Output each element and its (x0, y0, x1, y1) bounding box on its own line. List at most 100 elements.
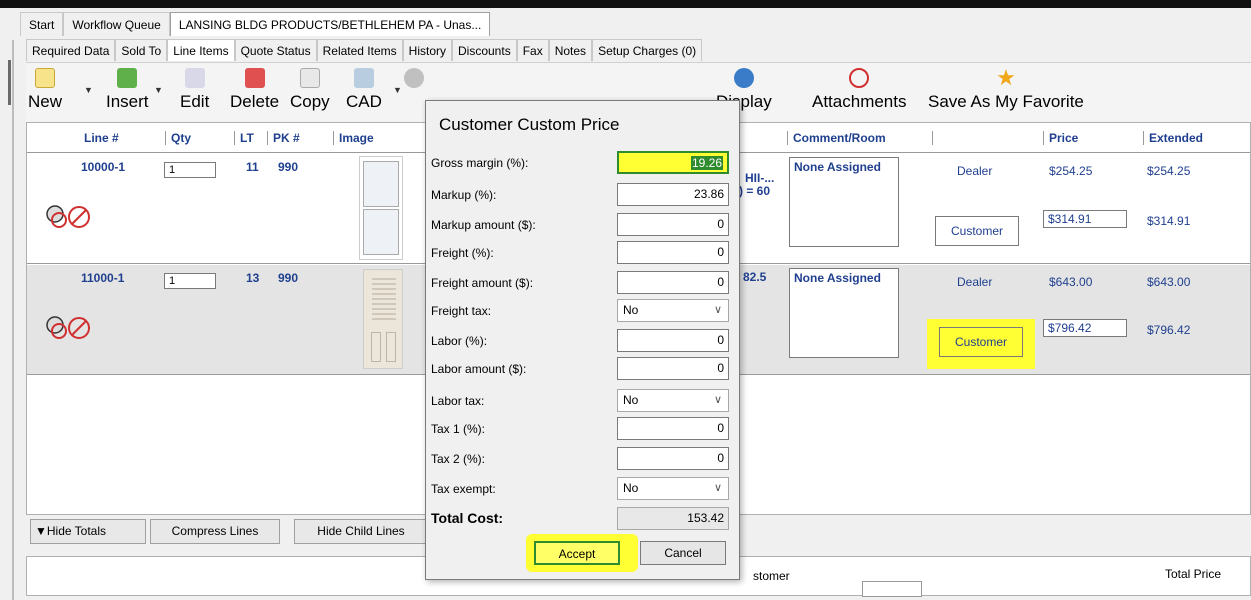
markup-amount-row: Markup amount ($): 0 (431, 211, 731, 239)
comment-room-box[interactable]: None Assigned (789, 157, 899, 247)
comment-room-box[interactable]: None Assigned (789, 268, 899, 358)
field-label: Tax 1 (%): (431, 422, 486, 436)
door-panel (371, 332, 381, 362)
compress-lines-button[interactable]: Compress Lines (150, 519, 280, 544)
tax1-row: Tax 1 (%): 0 (431, 415, 731, 443)
tab-setup-charges[interactable]: Setup Charges (0) (592, 39, 703, 61)
delete-button[interactable]: Delete (230, 65, 279, 112)
line-number: 10000-1 (81, 160, 126, 174)
freight-amount-input[interactable]: 0 (617, 271, 729, 294)
labor-tax-select[interactable]: No ∨ (617, 389, 729, 412)
customer-custom-price-dialog: Customer Custom Price Gross margin (%): … (425, 100, 740, 580)
markup-input[interactable]: 23.86 (617, 183, 729, 206)
sub-tab-strip: Required Data Sold To Line Items Quote S… (26, 39, 703, 61)
qty-input[interactable]: 1 (164, 162, 216, 178)
door-product-image[interactable] (363, 269, 403, 369)
line-number: 11000-1 (81, 271, 125, 285)
attachments-button[interactable]: Attachments (812, 65, 907, 112)
freight-tax-select[interactable]: No ∨ (617, 299, 729, 322)
top-tab-strip: Start Workflow Queue LANSING BLDG PRODUC… (20, 12, 491, 36)
freight-amount-row: Freight amount ($): 0 (431, 269, 731, 297)
gear-icon (404, 68, 424, 88)
customer-group-label: stomer (751, 569, 792, 583)
dealer-extended: $643.00 (1147, 275, 1191, 289)
tax1-input[interactable]: 0 (617, 417, 729, 440)
labor-input[interactable]: 0 (617, 329, 729, 352)
tab-quote-document[interactable]: LANSING BLDG PRODUCTS/BETHLEHEM PA - Una… (169, 12, 491, 36)
hide-child-lines-button[interactable]: Hide Child Lines (294, 519, 428, 544)
window-product-image[interactable] (359, 156, 403, 260)
tab-sold-to[interactable]: Sold To (115, 39, 168, 61)
insert-button[interactable]: Insert (106, 65, 149, 112)
row-status-icons[interactable] (45, 315, 93, 344)
accept-button[interactable]: Accept (534, 541, 620, 565)
col-lt[interactable]: LT (234, 131, 254, 145)
tab-notes[interactable]: Notes (548, 39, 593, 61)
gross-margin-input[interactable]: 19.26 (617, 151, 729, 174)
tab-history[interactable]: History (402, 39, 452, 61)
col-pk[interactable]: PK # (267, 131, 300, 145)
field-label: Freight (%): (431, 246, 494, 260)
lt-value: 13 (246, 271, 260, 285)
col-price[interactable]: Price (1043, 131, 1078, 145)
field-label: Freight tax: (431, 304, 492, 318)
customer-price-input[interactable]: $314.91 (1043, 210, 1127, 228)
tab-workflow-queue[interactable]: Workflow Queue (63, 12, 170, 36)
description-fragment: ) = 60 (739, 184, 771, 198)
tax2-row: Tax 2 (%): 0 (431, 445, 731, 473)
new-icon (35, 68, 55, 88)
copy-icon (299, 68, 320, 88)
row-status-icons[interactable] (45, 204, 93, 233)
labor-amount-input[interactable]: 0 (617, 357, 729, 380)
qty-input[interactable]: 1 (164, 273, 216, 289)
customer-button[interactable]: Customer (939, 327, 1023, 357)
tax2-input[interactable]: 0 (617, 447, 729, 470)
description-fragment: HII-... (745, 171, 775, 185)
save-favorite-button[interactable]: ★ Save As My Favorite (928, 65, 1084, 112)
tab-required-data[interactable]: Required Data (26, 39, 116, 61)
col-line[interactable]: Line # (79, 131, 119, 145)
dealer-price: $254.25 (1049, 164, 1093, 178)
insert-icon (117, 68, 138, 88)
top-black-bar (0, 0, 1251, 8)
chevron-down-icon: ∨ (713, 482, 722, 494)
col-image[interactable]: Image (333, 131, 374, 145)
new-button[interactable]: New (28, 65, 62, 112)
cad-icon (353, 68, 374, 88)
col-qty[interactable]: Qty (165, 131, 191, 145)
col-comment[interactable]: Comment/Room (787, 131, 886, 145)
col-extended[interactable]: Extended (1143, 131, 1203, 145)
chevron-down-icon: ∨ (713, 304, 722, 316)
gear-button[interactable] (404, 65, 424, 88)
no-symbol-icon (46, 316, 90, 339)
new-dropdown-arrow[interactable]: ▼ (84, 85, 93, 95)
hide-totals-button[interactable]: ▼Hide Totals (30, 519, 146, 544)
field-label: Labor (%): (431, 334, 488, 348)
labor-tax-row: Labor tax: No ∨ (431, 387, 731, 415)
left-splitter-handle[interactable] (8, 60, 11, 105)
tab-start[interactable]: Start (20, 12, 64, 36)
customer-price-input[interactable]: $796.42 (1043, 319, 1127, 337)
field-label: Labor tax: (431, 394, 485, 408)
markup-row: Markup (%): 23.86 (431, 181, 731, 209)
cancel-button[interactable]: Cancel (640, 541, 726, 565)
customer-button[interactable]: Customer (935, 216, 1019, 246)
labor-amount-row: Labor amount ($): 0 (431, 355, 731, 383)
tax-exempt-row: Tax exempt: No ∨ (431, 475, 731, 503)
tab-related-items[interactable]: Related Items (316, 39, 403, 61)
total-cost-label: Total Cost: (431, 510, 504, 526)
lt-value: 11 (246, 160, 259, 174)
tab-fax[interactable]: Fax (516, 39, 549, 61)
copy-button[interactable]: Copy (290, 65, 330, 112)
cad-button[interactable]: CAD (346, 65, 382, 112)
insert-dropdown-arrow[interactable]: ▼ (154, 85, 163, 95)
freight-input[interactable]: 0 (617, 241, 729, 264)
markup-amount-input[interactable]: 0 (617, 213, 729, 236)
tab-line-items[interactable]: Line Items (167, 39, 235, 61)
tab-quote-status[interactable]: Quote Status (234, 39, 317, 61)
tax-exempt-select[interactable]: No ∨ (617, 477, 729, 500)
edit-button[interactable]: Edit (180, 65, 209, 112)
customer-field[interactable] (862, 581, 922, 597)
tab-discounts[interactable]: Discounts (452, 39, 517, 61)
cad-dropdown-arrow[interactable]: ▼ (393, 85, 402, 95)
